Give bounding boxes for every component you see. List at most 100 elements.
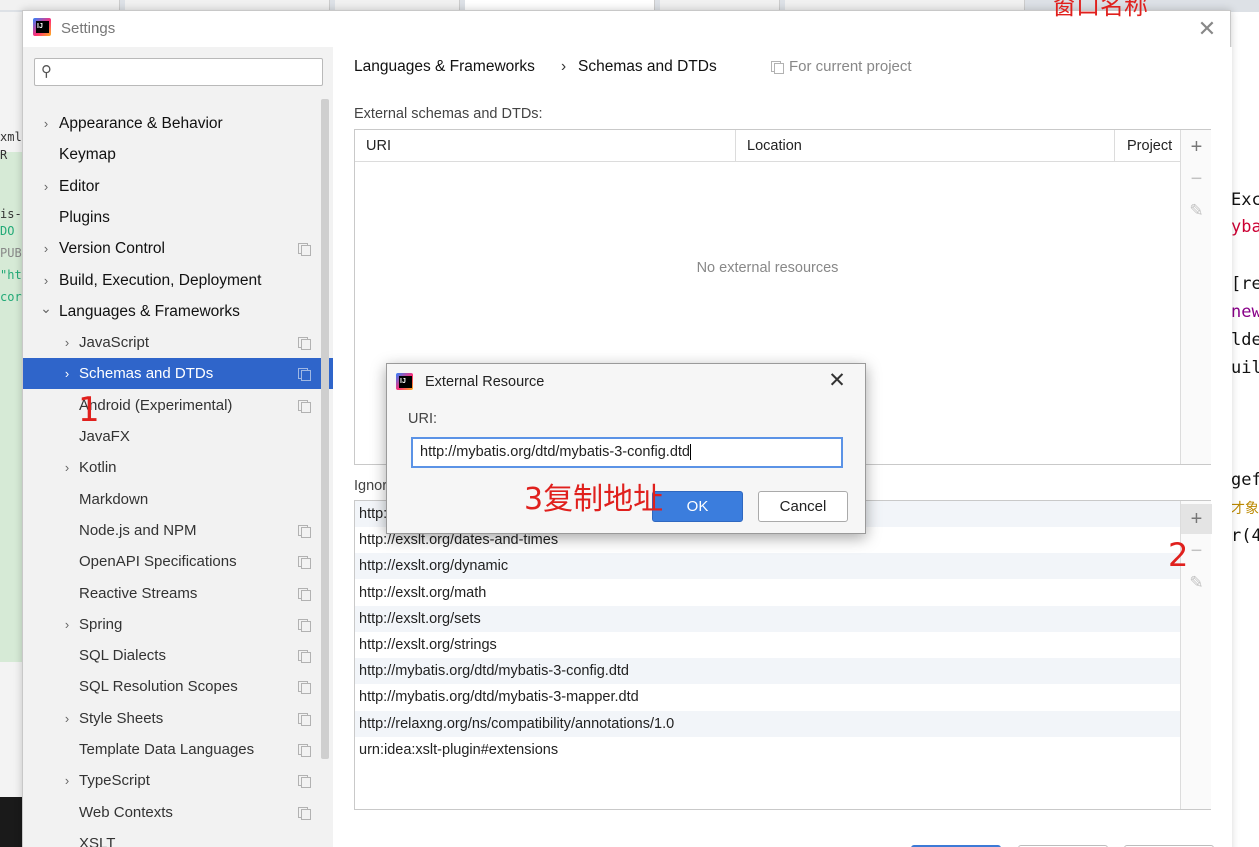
chevron-right-icon[interactable]: › bbox=[61, 609, 73, 640]
ignored-schemas-table: http://exslt.org/commonhttp://exslt.org/… bbox=[354, 500, 1212, 810]
list-item[interactable]: http://exslt.org/math bbox=[355, 580, 1180, 606]
sidebar-item[interactable]: › TypeScript bbox=[23, 765, 333, 796]
cancel-button[interactable]: Cancel bbox=[758, 491, 848, 522]
add-icon[interactable]: + bbox=[1181, 132, 1212, 162]
sidebar-item[interactable]: Web Contexts bbox=[23, 797, 333, 828]
project-scope-icon bbox=[298, 524, 311, 538]
chevron-right-icon[interactable]: › bbox=[61, 358, 73, 389]
table-header: URI Location Project bbox=[355, 130, 1180, 162]
chevron-right-icon[interactable]: › bbox=[40, 108, 52, 139]
project-scope-icon bbox=[298, 337, 311, 351]
bg-text: r(4) bbox=[1231, 526, 1259, 546]
project-scope-icon bbox=[298, 368, 311, 382]
list-item[interactable]: http://relaxng.org/ns/compatibility/anno… bbox=[355, 710, 1180, 737]
sidebar-item-label: JavaScript bbox=[79, 334, 150, 352]
chevron-right-icon[interactable]: › bbox=[61, 765, 73, 796]
list-item[interactable]: http://mybatis.org/dtd/mybatis-3-config.… bbox=[355, 658, 1180, 685]
add-icon[interactable]: + bbox=[1181, 504, 1212, 534]
chevron-right-icon[interactable]: › bbox=[61, 703, 73, 734]
scope-text: For current project bbox=[789, 58, 912, 75]
uri-input[interactable]: http://mybatis.org/dtd/mybatis-3-config.… bbox=[411, 437, 843, 468]
project-scope-icon bbox=[298, 744, 311, 757]
sidebar-item[interactable]: Android (Experimental) bbox=[23, 390, 333, 421]
sidebar-item-label: XSLT bbox=[79, 834, 116, 847]
sidebar-item[interactable]: Plugins bbox=[23, 202, 333, 233]
sidebar-item-label: Schemas and DTDs bbox=[79, 365, 214, 383]
column-project[interactable]: Project bbox=[1115, 130, 1180, 162]
sidebar-item-label: Kotlin bbox=[79, 459, 117, 477]
bg-text: is- bbox=[0, 207, 22, 221]
bg-text: "ht bbox=[0, 268, 22, 282]
sidebar-item[interactable]: › Spring bbox=[23, 609, 333, 640]
chevron-right-icon[interactable]: › bbox=[61, 452, 73, 483]
sidebar-item[interactable]: ⌄ Languages & Frameworks bbox=[23, 296, 333, 327]
sidebar-item[interactable]: JavaFX bbox=[23, 421, 333, 452]
list-item[interactable]: http://exslt.org/strings bbox=[355, 632, 1180, 658]
sidebar-item[interactable]: Node.js and NPM bbox=[23, 515, 333, 546]
sidebar-item[interactable]: › Build, Execution, Deployment bbox=[23, 265, 333, 296]
list-item[interactable]: urn:idea:xslt-plugin#extensions bbox=[355, 737, 1180, 763]
chevron-down-icon[interactable]: ⌄ bbox=[40, 293, 52, 324]
search-input[interactable]: ⚲ bbox=[34, 58, 323, 86]
bg-text: R bbox=[0, 148, 8, 162]
sidebar-item[interactable]: SQL Resolution Scopes bbox=[23, 671, 333, 702]
list-item[interactable]: http://exslt.org/dynamic bbox=[355, 553, 1180, 580]
sidebar-scrollbar[interactable] bbox=[321, 99, 329, 759]
sidebar-item[interactable]: Reactive Streams bbox=[23, 578, 333, 609]
column-location[interactable]: Location bbox=[736, 130, 1115, 162]
sidebar-item[interactable]: Template Data Languages bbox=[23, 734, 333, 765]
sidebar-item[interactable]: OpenAPI Specifications bbox=[23, 546, 333, 577]
project-scope-icon bbox=[298, 650, 311, 664]
sidebar-item[interactable]: SQL Dialects bbox=[23, 640, 333, 671]
annotation-1: 1 bbox=[78, 390, 100, 430]
sidebar-item[interactable]: › JavaScript bbox=[23, 327, 333, 358]
project-scope-icon bbox=[298, 618, 311, 632]
sidebar-item[interactable]: XSLT bbox=[23, 828, 333, 847]
sidebar-item-label: Style Sheets bbox=[79, 709, 164, 727]
sidebar-item[interactable]: › Editor bbox=[23, 171, 333, 202]
sidebar-item[interactable]: › Version Control bbox=[23, 233, 333, 264]
sidebar-item[interactable]: › Appearance & Behavior bbox=[23, 108, 333, 139]
project-scope-icon bbox=[298, 681, 311, 695]
project-scope-icon bbox=[298, 587, 311, 601]
bg-text: cor bbox=[0, 290, 22, 304]
chevron-right-icon[interactable]: › bbox=[40, 265, 52, 296]
chevron-right-icon[interactable]: › bbox=[61, 327, 73, 358]
sidebar-item[interactable]: › Style Sheets bbox=[23, 703, 333, 734]
chevron-right-icon[interactable]: › bbox=[40, 171, 52, 202]
bg-text: new bbox=[1231, 302, 1259, 322]
bg-text: ybat bbox=[1231, 217, 1259, 237]
column-uri[interactable]: URI bbox=[355, 130, 736, 162]
close-icon[interactable]: ✕ bbox=[1193, 15, 1221, 43]
sidebar-item[interactable]: Keymap bbox=[23, 139, 333, 170]
breadcrumb-parent[interactable]: Languages & Frameworks bbox=[354, 58, 535, 76]
empty-text: No external resources bbox=[696, 260, 839, 276]
sidebar-item-label: Template Data Languages bbox=[79, 741, 255, 758]
bg-text: 才象 bbox=[1231, 501, 1259, 517]
table-toolbar: + − ✎ bbox=[1180, 130, 1211, 464]
background-editor-left: xml R is- DO PUB "ht cor bbox=[0, 12, 22, 847]
annotation-top: 窗口名称 bbox=[1052, 0, 1148, 20]
sidebar-item-label: Languages & Frameworks bbox=[59, 302, 240, 320]
uri-value: http://mybatis.org/dtd/mybatis-3-config.… bbox=[420, 444, 690, 460]
sidebar-item-label: OpenAPI Specifications bbox=[79, 553, 237, 571]
chevron-right-icon[interactable]: › bbox=[40, 233, 52, 264]
ok-button[interactable]: OK bbox=[652, 491, 743, 522]
edit-icon[interactable]: ✎ bbox=[1181, 196, 1212, 226]
sidebar-item[interactable]: › Schemas and DTDs bbox=[23, 358, 333, 390]
sidebar-item-label: Spring bbox=[79, 615, 123, 633]
project-scope-icon bbox=[298, 806, 311, 820]
dialog-title: External Resource bbox=[425, 374, 545, 390]
sidebar-item[interactable]: Markdown bbox=[23, 484, 333, 515]
bg-text: lde bbox=[1231, 330, 1259, 350]
list-item[interactable]: http://exslt.org/sets bbox=[355, 605, 1180, 632]
sidebar-item-label: Reactive Streams bbox=[79, 584, 198, 602]
text-caret bbox=[690, 444, 691, 461]
list-item[interactable]: http://mybatis.org/dtd/mybatis-3-mapper.… bbox=[355, 684, 1180, 710]
sidebar-item[interactable]: › Kotlin bbox=[23, 452, 333, 483]
intellij-icon bbox=[396, 373, 413, 390]
page-title: Schemas and DTDs bbox=[578, 58, 717, 75]
close-icon[interactable]: ✕ bbox=[824, 368, 850, 394]
external-schemas-label: External schemas and DTDs: bbox=[354, 106, 543, 122]
remove-icon[interactable]: − bbox=[1181, 164, 1212, 194]
